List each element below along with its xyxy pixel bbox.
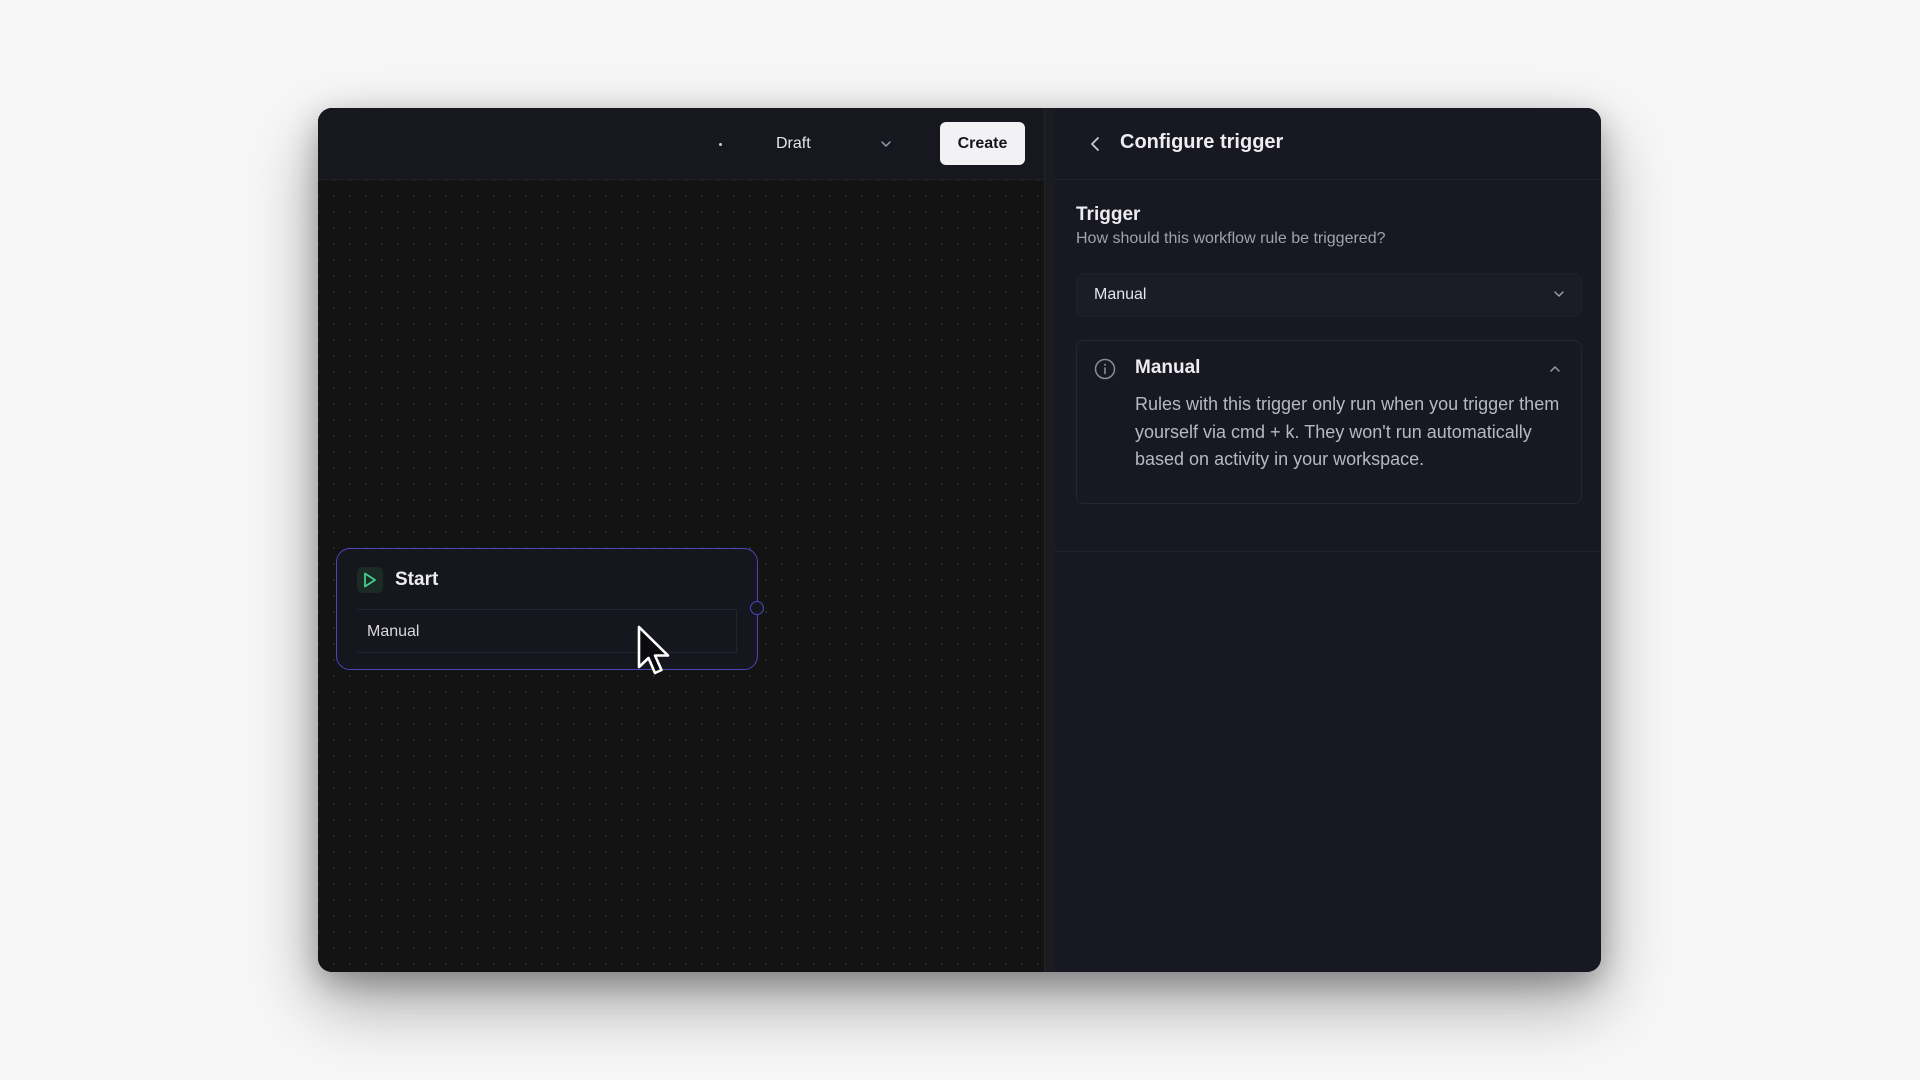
back-button[interactable]	[1083, 132, 1107, 156]
pane-divider[interactable]	[1044, 108, 1055, 972]
trigger-section-title: Trigger	[1076, 204, 1141, 225]
canvas-grid[interactable]: Start Manual	[318, 180, 1044, 972]
app-window: Draft Create Start Manual Configure trig…	[318, 108, 1601, 972]
trigger-section-subtitle: How should this workflow rule be trigger…	[1076, 230, 1386, 247]
trigger-info-card: Manual Rules with this trigger only run …	[1076, 340, 1582, 504]
more-options-button[interactable]	[704, 128, 736, 160]
status-select-value: Draft	[776, 135, 811, 152]
chevron-down-icon	[1554, 291, 1564, 297]
panel-title: Configure trigger	[1120, 131, 1284, 153]
play-icon	[357, 567, 383, 593]
start-node[interactable]: Start Manual	[336, 548, 758, 670]
start-node-header: Start	[357, 567, 438, 593]
chevron-left-icon	[1091, 137, 1099, 151]
start-node-title: Start	[395, 569, 439, 590]
chevron-down-icon	[881, 141, 891, 147]
info-card-title: Manual	[1135, 357, 1201, 378]
trigger-type-select[interactable]: Manual	[1076, 273, 1582, 317]
info-card-description: Rules with this trigger only run when yo…	[1135, 394, 1560, 469]
create-button[interactable]: Create	[940, 122, 1025, 165]
panel-header: Configure trigger	[1055, 108, 1601, 180]
chevron-up-icon	[1550, 366, 1560, 372]
node-output-handle[interactable]	[750, 601, 764, 615]
info-icon	[1094, 358, 1116, 380]
mouse-cursor-icon	[637, 625, 670, 675]
collapse-button[interactable]	[1545, 359, 1565, 379]
configure-trigger-panel: Configure trigger Trigger How should thi…	[1055, 108, 1601, 972]
trigger-select-value: Manual	[1094, 286, 1147, 303]
more-horizontal-icon	[718, 142, 722, 146]
start-node-trigger-value: Manual	[357, 611, 737, 653]
status-select[interactable]: Draft	[762, 126, 902, 162]
workflow-canvas-pane: Draft Create Start Manual	[318, 108, 1044, 972]
section-divider	[1055, 551, 1601, 552]
node-divider	[357, 609, 737, 610]
canvas-toolbar: Draft Create	[318, 108, 1044, 180]
